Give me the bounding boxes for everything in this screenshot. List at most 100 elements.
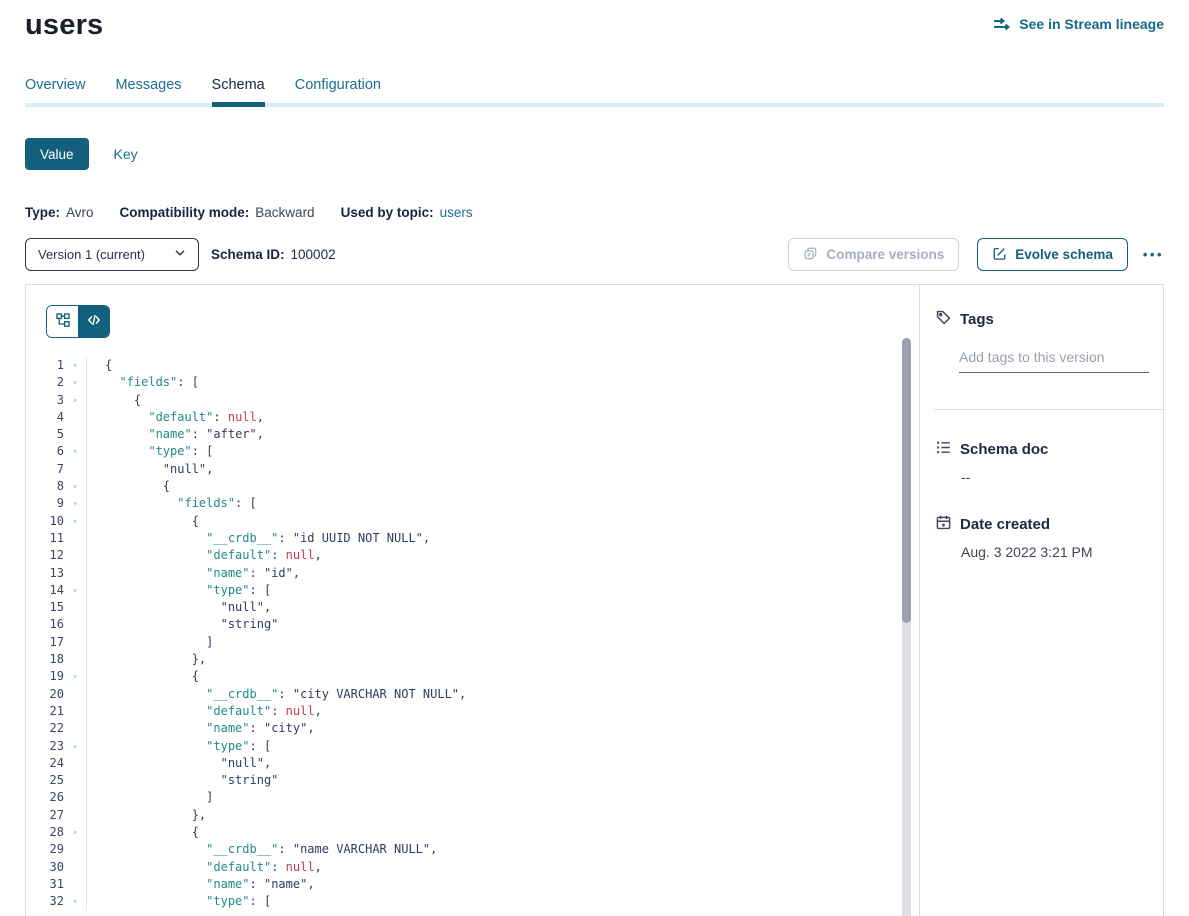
- fold-spacer: [64, 530, 86, 547]
- fold-caret-icon[interactable]: ▾: [64, 357, 86, 374]
- lineage-link-label: See in Stream lineage: [1019, 16, 1164, 32]
- line-number: 5: [26, 426, 64, 443]
- code-text: "type": [: [86, 893, 271, 910]
- code-line: 17 ]: [26, 634, 919, 651]
- view-toggle: [46, 305, 110, 338]
- key-tab-button[interactable]: Key: [114, 146, 138, 162]
- line-number: 25: [26, 772, 64, 789]
- fold-caret-icon[interactable]: ▾: [64, 495, 86, 512]
- tags-title: Tags: [960, 311, 994, 328]
- schema-id-value: 100002: [291, 247, 336, 262]
- tabs: Overview Messages Schema Configuration: [25, 77, 1164, 107]
- value-tab-button[interactable]: Value: [25, 138, 89, 170]
- tree-view-icon: [55, 312, 71, 331]
- code-line: 29 "__crdb__": "name VARCHAR NULL",: [26, 841, 919, 858]
- code-text: "fields": [: [86, 495, 257, 512]
- code-line: 5 "name": "after",: [26, 426, 919, 443]
- fold-spacer: [64, 565, 86, 582]
- version-select[interactable]: Version 1 (current): [25, 238, 199, 271]
- code-text: "default": null,: [86, 409, 264, 426]
- details-sidebar: Tags Schema doc --: [919, 285, 1163, 916]
- code-text: "type": [: [86, 738, 271, 755]
- version-select-value: Version 1 (current): [38, 247, 174, 262]
- schema-doc-section-header: Schema doc: [935, 439, 1149, 460]
- code-text: "null",: [86, 461, 213, 478]
- fold-spacer: [64, 841, 86, 858]
- code-text: {: [86, 478, 170, 495]
- date-created-section-header: Date created: [935, 514, 1149, 535]
- version-bar: Version 1 (current) Schema ID: 100002: [25, 238, 1164, 271]
- fold-spacer: [64, 720, 86, 737]
- code-text: "__crdb__": "id UUID NOT NULL",: [86, 530, 430, 547]
- tab-schema[interactable]: Schema: [212, 77, 265, 107]
- line-number: 26: [26, 789, 64, 806]
- code-line: 19▾ {: [26, 668, 919, 685]
- code-text: "name": "id",: [86, 565, 300, 582]
- fold-spacer: [64, 547, 86, 564]
- code-line: 10▾ {: [26, 513, 919, 530]
- tree-view-button[interactable]: [47, 306, 78, 337]
- code-line: 23▾ "type": [: [26, 738, 919, 755]
- fold-spacer: [64, 634, 86, 651]
- line-number: 13: [26, 565, 64, 582]
- fold-caret-icon[interactable]: ▾: [64, 738, 86, 755]
- scrollbar-track[interactable]: [902, 338, 911, 916]
- evolve-schema-label: Evolve schema: [1015, 247, 1113, 262]
- fold-caret-icon[interactable]: ▾: [64, 374, 86, 391]
- tab-messages[interactable]: Messages: [115, 77, 181, 107]
- line-number: 4: [26, 409, 64, 426]
- line-number: 15: [26, 599, 64, 616]
- code-line: 18 },: [26, 651, 919, 668]
- fold-caret-icon[interactable]: ▾: [64, 478, 86, 495]
- fold-caret-icon[interactable]: ▾: [64, 668, 86, 685]
- code-view-icon: [86, 312, 102, 331]
- code-text: "name": "after",: [86, 426, 264, 443]
- tab-configuration[interactable]: Configuration: [295, 77, 381, 107]
- code-text: ]: [86, 789, 213, 806]
- line-number: 31: [26, 876, 64, 893]
- code-text: "name": "name",: [86, 876, 315, 893]
- fold-caret-icon[interactable]: ▾: [64, 893, 86, 910]
- sidebar-divider: [934, 409, 1163, 410]
- code-text: {: [86, 668, 199, 685]
- scrollbar-thumb[interactable]: [902, 338, 911, 623]
- fold-spacer: [64, 755, 86, 772]
- code-view-button[interactable]: [78, 306, 109, 337]
- line-number: 29: [26, 841, 64, 858]
- code-line: 21 "default": null,: [26, 703, 919, 720]
- fold-spacer: [64, 686, 86, 703]
- line-number: 3: [26, 392, 64, 409]
- line-number: 18: [26, 651, 64, 668]
- code-text: "fields": [: [86, 374, 199, 391]
- schema-doc-value: --: [961, 469, 1149, 485]
- fold-caret-icon[interactable]: ▾: [64, 582, 86, 599]
- compare-versions-button[interactable]: Compare versions: [788, 238, 959, 271]
- line-number: 7: [26, 461, 64, 478]
- code-line: 7 "null",: [26, 461, 919, 478]
- evolve-schema-button[interactable]: Evolve schema: [977, 238, 1128, 271]
- code-text: {: [86, 357, 112, 374]
- code-line: 31 "name": "name",: [26, 876, 919, 893]
- code-text: },: [86, 651, 206, 668]
- fold-caret-icon[interactable]: ▾: [64, 824, 86, 841]
- code-text: {: [86, 392, 141, 409]
- code-line: 11 "__crdb__": "id UUID NOT NULL",: [26, 530, 919, 547]
- code-line: 1▾{: [26, 357, 919, 374]
- fold-spacer: [64, 859, 86, 876]
- see-in-stream-lineage-link[interactable]: See in Stream lineage: [993, 16, 1164, 32]
- code-text: "null",: [86, 755, 271, 772]
- line-number: 23: [26, 738, 64, 755]
- code-text: },: [86, 807, 206, 824]
- type-label: Type:: [25, 205, 60, 220]
- tab-overview[interactable]: Overview: [25, 77, 85, 107]
- more-options-button[interactable]: •••: [1143, 247, 1164, 262]
- chevron-down-icon: [174, 247, 186, 262]
- fold-caret-icon[interactable]: ▾: [64, 443, 86, 460]
- fold-caret-icon[interactable]: ▾: [64, 513, 86, 530]
- code-text: "null",: [86, 599, 271, 616]
- used-by-topic-link[interactable]: users: [440, 205, 473, 220]
- fold-caret-icon[interactable]: ▾: [64, 392, 86, 409]
- schema-meta-row: Type: Avro Compatibility mode: Backward …: [25, 205, 1164, 220]
- schema-id-label: Schema ID:: [211, 247, 285, 262]
- add-tags-input[interactable]: [959, 349, 1149, 373]
